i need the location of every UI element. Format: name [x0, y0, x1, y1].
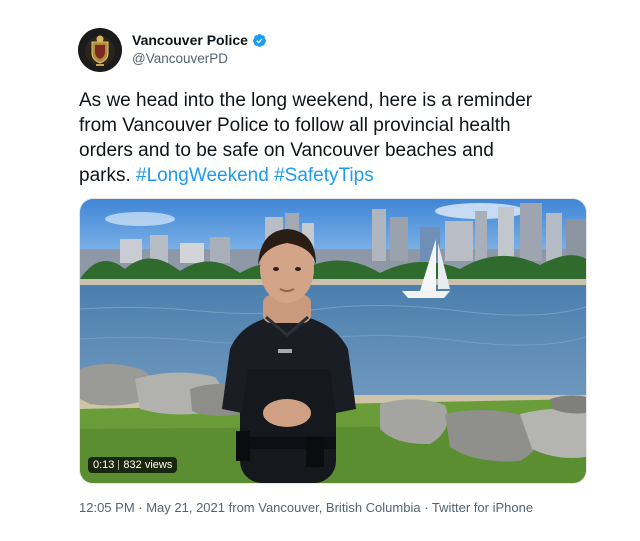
tweet-text: As we head into the long weekend, here i… — [79, 88, 599, 188]
avatar[interactable] — [78, 28, 122, 72]
tweet-meta: 12:05 PM · May 21, 2021 from Vancouver, … — [79, 500, 533, 515]
tweet-location[interactable]: from Vancouver, British Columbia — [229, 500, 421, 515]
tweet-client[interactable]: Twitter for iPhone — [432, 500, 533, 515]
tweet-time[interactable]: 12:05 PM — [79, 500, 135, 515]
handle[interactable]: @VancouverPD — [132, 51, 267, 66]
name-row: Vancouver Police — [132, 31, 267, 49]
verified-badge-icon — [252, 33, 267, 47]
hashtag-safety-tips[interactable]: #SafetyTips — [274, 165, 374, 186]
tweet-date[interactable]: May 21, 2021 — [146, 500, 225, 515]
police-crest-icon — [78, 28, 122, 72]
overlay-divider — [118, 460, 120, 470]
video-player[interactable]: 0:13 832 views — [79, 198, 587, 484]
display-name[interactable]: Vancouver Police — [132, 32, 248, 48]
video-views: 832 views — [123, 459, 173, 471]
tweet-card: Vancouver Police @VancouverPD As we head… — [0, 0, 640, 541]
meta-separator: · — [134, 500, 147, 515]
hashtag-long-weekend[interactable]: #LongWeekend — [136, 165, 269, 186]
meta-separator: · — [420, 500, 432, 515]
video-thumbnail — [80, 199, 586, 483]
author-block: Vancouver Police @VancouverPD — [132, 31, 267, 66]
video-stats-overlay: 0:13 832 views — [88, 457, 178, 473]
video-duration: 0:13 — [93, 459, 115, 471]
